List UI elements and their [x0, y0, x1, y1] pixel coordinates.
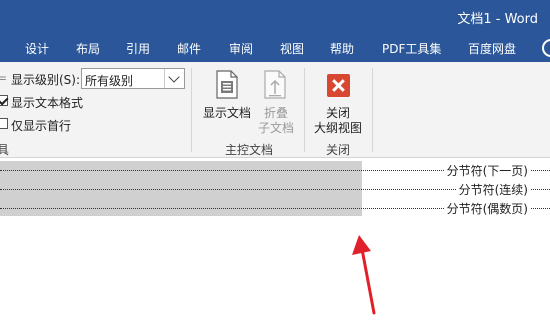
collapse-subdocuments-label-2: 子文档 — [258, 121, 295, 135]
section-break-continuous: 分节符(连续) — [456, 181, 530, 198]
tab-baidu-netdisk[interactable]: 百度网盘 — [468, 40, 516, 57]
master-document-group-label: 主控文档 — [225, 143, 274, 157]
lightbulb-icon[interactable] — [542, 39, 550, 57]
show-level-label: 显示级别(S): — [11, 73, 81, 87]
close-group-label: 关闭 — [326, 143, 351, 157]
group-separator — [304, 68, 305, 152]
level-icon: = — [0, 71, 8, 85]
close-x-icon — [327, 74, 350, 97]
document-area[interactable]: 分节符(下一页) 分节符(连续) 分节符(偶数页) — [0, 158, 550, 330]
title-bar: 文档1 - Word — [0, 0, 550, 33]
annotation-arrow-icon — [352, 235, 376, 315]
window-title: 文档1 - Word — [457, 12, 538, 27]
show-level-dropdown[interactable]: 所有级别 — [81, 68, 185, 89]
show-text-formatting-checkbox[interactable] — [0, 95, 8, 106]
tab-layout[interactable]: 布局 — [76, 40, 100, 57]
tab-design[interactable]: 设计 — [25, 40, 49, 57]
chevron-down-icon[interactable] — [164, 69, 184, 88]
document-icon — [216, 70, 238, 99]
show-text-formatting-label: 显示文本格式 — [11, 96, 84, 110]
show-document-label: 显示文档 — [203, 106, 252, 120]
close-outline-label-2: 大纲视图 — [314, 121, 363, 135]
ribbon-tabs: 设计 布局 引用 邮件 审阅 视图 帮助 PDF工具集 百度网盘 — [0, 33, 550, 62]
tab-references[interactable]: 引用 — [126, 40, 150, 57]
outline-tools-group-label: 具 — [0, 143, 10, 157]
section-break-next-page: 分节符(下一页) — [444, 162, 530, 179]
ribbon: = 显示级别(S): 所有级别 显示文本格式 仅显示首行 具 显示文档 折叠 子… — [0, 62, 550, 158]
tab-review[interactable]: 审阅 — [229, 40, 253, 57]
tab-view[interactable]: 视图 — [280, 40, 304, 57]
group-separator — [191, 68, 192, 152]
tab-help[interactable]: 帮助 — [330, 40, 354, 57]
show-level-value: 所有级别 — [85, 74, 134, 88]
tab-mailings[interactable]: 邮件 — [177, 40, 201, 57]
tab-pdf-tools[interactable]: PDF工具集 — [382, 40, 441, 57]
section-break-even-page: 分节符(偶数页) — [444, 200, 530, 217]
collapse-document-icon — [264, 70, 286, 99]
group-separator — [372, 68, 373, 152]
show-first-line-only-label: 仅显示首行 — [11, 119, 72, 133]
show-first-line-only-checkbox[interactable] — [0, 118, 8, 129]
